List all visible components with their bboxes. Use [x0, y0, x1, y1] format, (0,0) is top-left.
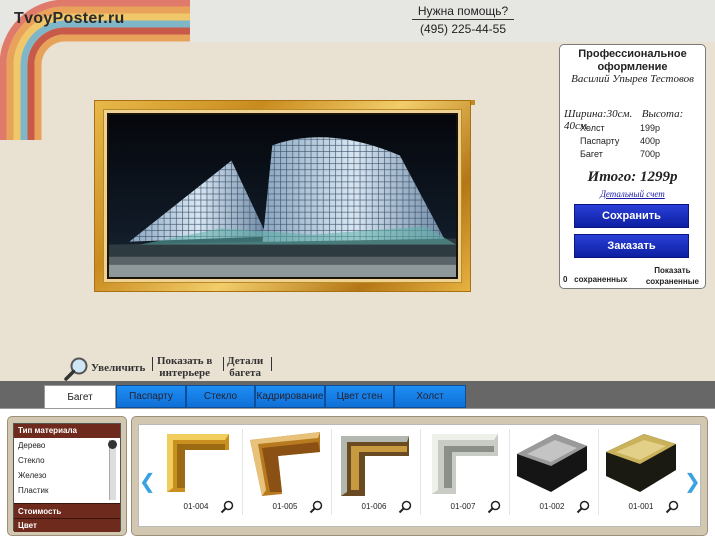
price-name: Паспарту [580, 136, 620, 146]
frame-thumb[interactable]: 01-005 [243, 430, 327, 522]
order-button[interactable]: Заказать [574, 234, 689, 258]
tab-passepartout[interactable]: Паспарту [116, 385, 186, 408]
color-header[interactable]: Цвет [14, 518, 120, 532]
saved-count-label: сохраненных [574, 275, 628, 284]
tab-baget[interactable]: Багет [44, 385, 116, 409]
magnifier-icon[interactable] [665, 500, 679, 514]
material-scrollbar[interactable] [108, 440, 117, 500]
help-phone: (495) 225-44-55 [419, 22, 507, 36]
price-table: Холст 199р Паспарту 400р Багет 700р [580, 122, 690, 161]
toolbar-divider [271, 357, 272, 371]
saved-count-number: 0 [563, 275, 568, 284]
frame-sample-image [341, 436, 409, 496]
show-in-interior-line2[interactable]: интерьере [157, 367, 212, 379]
height-label: Высота: [641, 108, 684, 120]
frame-details-button[interactable]: Детали багета [227, 355, 263, 379]
material-type-header[interactable]: Тип материала [14, 424, 120, 438]
filter-box: Тип материала Дерево Стекло Железо Пласт… [7, 416, 127, 536]
material-option[interactable]: Стекло [14, 453, 120, 468]
frame-thumb[interactable]: 01-006 [332, 430, 416, 522]
tab-wall-color[interactable]: Цвет стен [325, 385, 394, 408]
tab-cropping[interactable]: Кадрирование [255, 385, 325, 408]
magnifier-icon[interactable] [576, 500, 590, 514]
price-value: 400р [640, 136, 661, 146]
site-logo[interactable]: TvoyPoster.ru [14, 10, 125, 28]
material-option[interactable]: Пластик [14, 483, 120, 498]
panel-title: Профессиональное оформление [578, 48, 687, 73]
tab-canvas[interactable]: Холст [394, 385, 466, 408]
toolbar-divider [223, 357, 224, 371]
show-saved-line2[interactable]: сохраненные [646, 276, 699, 287]
help-title: Нужна помощь? [412, 4, 514, 20]
filter-panel: Тип материала Дерево Стекло Железо Пласт… [13, 423, 121, 532]
page: TvoyPoster.ru Нужна помощь? (495) 225-44… [0, 0, 715, 543]
poster-frame [94, 100, 471, 292]
magnifier-icon[interactable] [64, 356, 90, 382]
total-value: 1299р [639, 169, 678, 185]
price-name: Багет [580, 149, 603, 159]
frame-sample-image [517, 434, 587, 492]
frame-details-line1[interactable]: Детали [227, 355, 263, 367]
show-in-interior-line1[interactable]: Показать в [157, 355, 212, 367]
scroll-knob[interactable] [108, 440, 117, 449]
material-option[interactable]: Дерево [14, 438, 120, 453]
total-price: Итого: 1299р [560, 169, 705, 186]
price-row: Холст 199р [580, 122, 690, 135]
frame-details-line2[interactable]: багета [227, 367, 263, 379]
frames-box: ❮ ❯ 01-004 01-005 01-006 01-007 01-002 0… [131, 416, 708, 536]
toolbar-divider [152, 357, 153, 371]
price-name: Холст [580, 123, 605, 133]
magnifier-icon[interactable] [309, 500, 323, 514]
magnifier-icon[interactable] [487, 500, 501, 514]
help-block: Нужна помощь? (495) 225-44-55 [412, 4, 514, 36]
frame-thumb[interactable]: 01-007 [421, 430, 505, 522]
width-label: Ширина: [564, 108, 607, 120]
carousel-next-arrow[interactable]: ❯ [684, 469, 701, 493]
total-label: Итого: [587, 169, 637, 185]
magnifier-icon[interactable] [398, 500, 412, 514]
material-list: Дерево Стекло Железо Пластик [14, 438, 120, 503]
saved-count: 0 сохраненных [563, 275, 627, 284]
frames-carousel: ❮ ❯ 01-004 01-005 01-006 01-007 01-002 0… [138, 424, 701, 527]
price-value: 199р [640, 123, 661, 133]
frame-thumb[interactable]: 01-001 [599, 430, 683, 522]
order-panel: Профессиональное оформление Василий Упыр… [559, 44, 706, 289]
save-button[interactable]: Сохранить [574, 204, 689, 228]
price-row: Паспарту 400р [580, 135, 690, 148]
frame-thumb[interactable]: 01-002 [510, 430, 594, 522]
poster-mat [103, 109, 462, 283]
show-saved-line1[interactable]: Показать [646, 265, 699, 276]
price-value: 700р [640, 149, 661, 159]
magnifier-icon[interactable] [220, 500, 234, 514]
show-saved-link[interactable]: Показать сохраненные [646, 265, 699, 287]
material-option[interactable]: Железо [14, 468, 120, 483]
tab-glass[interactable]: Стекло [186, 385, 255, 408]
show-in-interior-button[interactable]: Показать в интерьере [157, 355, 212, 379]
cost-header[interactable]: Стоимость [14, 503, 120, 518]
frame-sample-image [432, 434, 498, 494]
price-row: Багет 700р [580, 148, 690, 161]
poster-image [107, 113, 458, 279]
frame-thumb[interactable]: 01-004 [154, 430, 238, 522]
detail-bill-link[interactable]: Детальный счет [560, 189, 705, 199]
frame-sample-image [250, 432, 320, 496]
poster-author: Василий Упырев Тестовов [571, 73, 694, 85]
frame-sample-image [606, 434, 676, 492]
resize-handle[interactable] [471, 100, 475, 105]
zoom-button[interactable]: Увеличить [91, 362, 145, 374]
frame-sample-image [167, 434, 229, 492]
width-value[interactable]: 30см. [607, 108, 633, 120]
